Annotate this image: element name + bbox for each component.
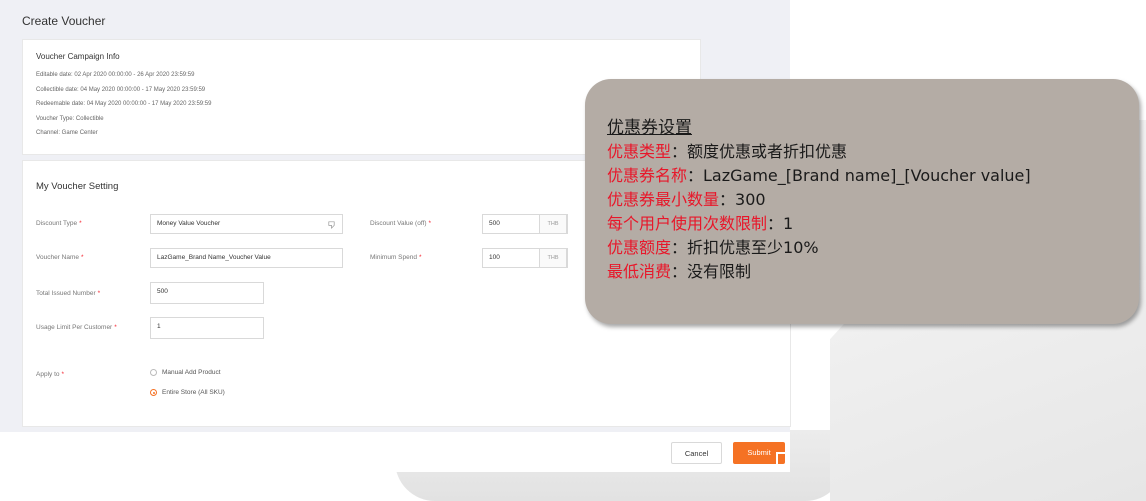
callout-title: 优惠券设置 [607,118,692,138]
cursor-icon [776,452,788,472]
annotation-callout: 优惠券设置 优惠类型：额度优惠或者折扣优惠 优惠券名称：LazGame_[Bra… [585,79,1139,324]
callout-row: 优惠券名称：LazGame_[Brand name]_[Voucher valu… [607,166,1031,185]
discount-type-select[interactable]: Money Value Voucher [150,214,343,234]
apply-to-label: Apply to * [36,371,65,378]
manual-add-product-label[interactable]: Manual Add Product [162,369,221,376]
page-title: Create Voucher [22,14,106,28]
redeemable-date: Redeemable date: 04 May 2020 00:00:00 - … [36,101,212,107]
total-issued-input[interactable]: 500 [150,282,264,304]
callout-row: 优惠券最小数量：300 [607,190,766,209]
entire-store-label[interactable]: Entire Store (All SKU) [162,389,225,396]
manual-add-product-radio[interactable] [150,369,157,376]
callout-row: 每个用户使用次数限制：1 [607,214,794,233]
total-issued-label: Total Issued Number * [36,290,101,297]
currency-addon: THB [539,248,567,268]
discount-value-input[interactable]: 500 THB [482,214,568,234]
voucher-name-input[interactable]: LazGame_Brand Name_Voucher Value [150,248,343,268]
callout-row: 优惠额度：折扣优惠至少10% [607,238,819,257]
discount-value-label: Discount Value (off) * [370,220,432,227]
minimum-spend-input[interactable]: 100 THB [482,248,568,268]
cancel-button[interactable]: Cancel [671,442,722,464]
collectible-date: Collectible date: 04 May 2020 00:00:00 -… [36,87,206,93]
voucher-name-label: Voucher Name * [36,254,84,261]
editable-date: Editable date: 02 Apr 2020 00:00:00 - 26… [36,72,195,78]
usage-limit-label: Usage Limit Per Customer * [36,324,117,331]
entire-store-radio[interactable] [150,389,157,396]
channel: Channel: Game Center [36,130,98,136]
dropdown-icon [328,221,335,229]
callout-row: 最低消费：没有限制 [607,262,752,281]
usage-limit-input[interactable]: 1 [150,317,264,339]
campaign-info-title: Voucher Campaign Info [36,52,120,61]
discount-type-label: Discount Type * [36,220,82,227]
currency-addon: THB [539,214,567,234]
setting-title: My Voucher Setting [36,181,119,192]
callout-row: 优惠类型：额度优惠或者折扣优惠 [607,142,848,161]
voucher-type: Voucher Type: Collectible [36,116,104,122]
minimum-spend-label: Minimum Spend * [370,254,422,261]
